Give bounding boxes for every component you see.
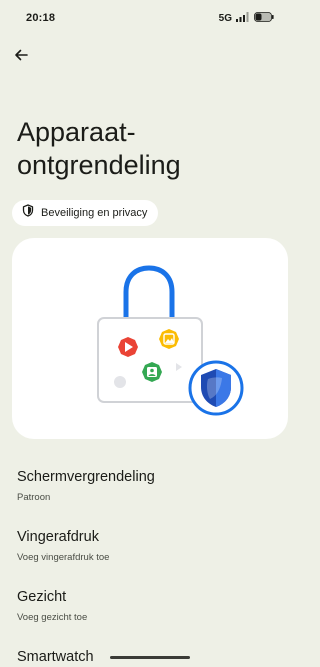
battery-icon (254, 9, 274, 27)
settings-item-face[interactable]: Gezicht Voeg gezicht toe (0, 588, 300, 644)
play-icon (118, 337, 138, 357)
lock-illustration (97, 265, 244, 416)
status-time: 20:18 (26, 12, 56, 24)
arrow-left-icon (13, 47, 29, 68)
item-subtitle: Voeg vingerafdruk toe (17, 552, 110, 563)
item-title: Vingerafdruk (17, 529, 99, 545)
gesture-nav-handle[interactable] (110, 656, 190, 659)
contact-icon (142, 362, 162, 382)
illustration-card (12, 238, 288, 439)
settings-item-fingerprint[interactable]: Vingerafdruk Voeg vingerafdruk toe (0, 528, 300, 584)
network-type: 5G (218, 12, 232, 24)
photo-icon (159, 329, 179, 349)
indicator-dot (114, 376, 126, 388)
shield-icon (22, 204, 34, 222)
item-title: Schermvergrendeling (17, 469, 155, 485)
chip-label: Beveiliging en privacy (41, 207, 148, 219)
status-icons: 5G (219, 9, 274, 27)
signal-icon (236, 9, 250, 27)
page-title: Apparaat-ontgrendeling (17, 117, 181, 180)
security-privacy-chip[interactable]: Beveiliging en privacy (12, 200, 159, 226)
settings-item-screen-lock[interactable]: Schermvergrendeling Patroon (0, 468, 300, 524)
lock-shackle (123, 265, 175, 321)
status-bar: 20:18 5G (0, 0, 300, 36)
back-button[interactable] (8, 44, 34, 70)
item-subtitle: Voeg gezicht toe (17, 612, 88, 623)
shield-badge (188, 360, 244, 416)
item-subtitle: Patroon (17, 492, 51, 503)
lock-body (97, 317, 203, 403)
item-title: Gezicht (17, 589, 67, 605)
